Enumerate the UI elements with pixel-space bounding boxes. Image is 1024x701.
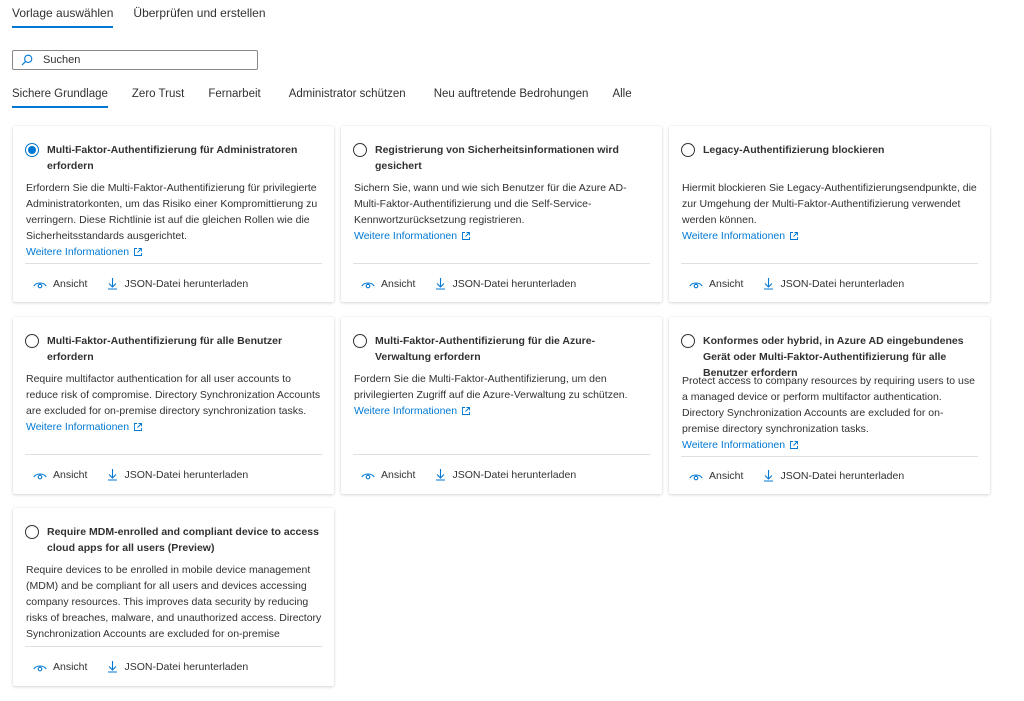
external-link-icon: [462, 407, 471, 415]
more-info-link[interactable]: Weitere Informationen: [682, 437, 799, 453]
view-button[interactable]: Ansicht: [361, 469, 415, 481]
card-divider: [681, 456, 978, 457]
template-card: Multi-Faktor-Authentifizierung für alle …: [13, 317, 334, 494]
template-title: Multi-Faktor-Authentifizierung für die A…: [375, 335, 596, 363]
download-icon: [108, 469, 118, 481]
eye-icon: [689, 473, 703, 480]
download-icon: [764, 278, 774, 290]
download-json-button[interactable]: JSON-Datei herunterladen: [763, 277, 904, 290]
template-radio[interactable]: [353, 143, 367, 157]
category-tabs: Sichere Grundlage Zero Trust Fernarbeit …: [12, 88, 656, 108]
download-icon: [108, 278, 118, 290]
template-radio[interactable]: [681, 334, 695, 348]
download-icon: [108, 661, 118, 673]
template-description: Erfordern Sie die Multi-Faktor-Authentif…: [26, 182, 318, 242]
card-divider: [25, 263, 322, 264]
template-radio[interactable]: [25, 334, 39, 348]
tab-protect-administrator[interactable]: Administrator schützen: [289, 88, 406, 108]
search-box[interactable]: [12, 50, 258, 70]
template-radio[interactable]: [25, 143, 39, 157]
template-description: Require devices to be enrolled in mobile…: [26, 564, 322, 640]
template-description: Require multifactor authentication for a…: [26, 373, 321, 417]
tab-remote-work[interactable]: Fernarbeit: [208, 88, 260, 108]
download-json-button[interactable]: JSON-Datei herunterladen: [763, 469, 904, 482]
template-card: Registrierung von Sicherheitsinformation…: [341, 126, 662, 302]
template-radio[interactable]: [25, 525, 39, 539]
view-button[interactable]: Ansicht: [361, 278, 415, 290]
more-info-link[interactable]: Weitere Informationen: [354, 403, 471, 419]
eye-icon: [33, 281, 47, 288]
external-link-icon: [134, 423, 143, 431]
search-input[interactable]: [43, 54, 243, 66]
template-title: Multi-Faktor-Authentifizierung für Admin…: [47, 144, 298, 172]
eye-icon: [361, 281, 375, 288]
download-icon: [764, 470, 774, 482]
view-button[interactable]: Ansicht: [33, 278, 87, 290]
download-json-button[interactable]: JSON-Datei herunterladen: [107, 660, 248, 673]
template-card: Konformes oder hybrid, in Azure AD einge…: [669, 317, 990, 494]
download-json-button[interactable]: JSON-Datei herunterladen: [107, 277, 248, 290]
template-description: Hiermit blockieren Sie Legacy-Authentifi…: [682, 182, 977, 226]
download-icon: [436, 469, 446, 481]
external-link-icon: [790, 441, 799, 449]
more-info-link[interactable]: Weitere Informationen: [354, 228, 471, 244]
eye-icon: [33, 472, 47, 479]
template-description: Sichern Sie, wann und wie sich Benutzer …: [354, 182, 627, 226]
template-radio[interactable]: [353, 334, 367, 348]
template-card: Require MDM-enrolled and compliant devic…: [13, 508, 334, 686]
external-link-icon: [134, 248, 143, 256]
view-button[interactable]: Ansicht: [33, 661, 87, 673]
template-card: Multi-Faktor-Authentifizierung für Admin…: [13, 126, 334, 302]
view-button[interactable]: Ansicht: [33, 469, 87, 481]
tab-select-template[interactable]: Vorlage auswählen: [12, 6, 114, 28]
tab-emerging-threats[interactable]: Neu auftretende Bedrohungen: [434, 88, 589, 108]
card-divider: [353, 263, 650, 264]
search-icon: [21, 54, 33, 66]
template-card: Legacy-Authentifizierung blockieren Hier…: [669, 126, 990, 302]
tab-zero-trust[interactable]: Zero Trust: [132, 88, 184, 108]
more-info-link[interactable]: Weitere Informationen: [682, 228, 799, 244]
more-info-link[interactable]: Weitere Informationen: [26, 244, 143, 260]
download-json-button[interactable]: JSON-Datei herunterladen: [107, 468, 248, 481]
template-radio[interactable]: [681, 143, 695, 157]
template-title: Registrierung von Sicherheitsinformation…: [375, 144, 619, 172]
template-description: Fordern Sie die Multi-Faktor-Authentifiz…: [354, 373, 628, 401]
wizard-tabs: Vorlage auswählen Überprüfen und erstell…: [12, 6, 266, 28]
template-description: Protect access to company resources by r…: [682, 375, 975, 435]
download-json-button[interactable]: JSON-Datei herunterladen: [435, 468, 576, 481]
eye-icon: [689, 281, 703, 288]
tab-review-create[interactable]: Überprüfen und erstellen: [133, 6, 265, 28]
tab-secure-foundation[interactable]: Sichere Grundlage: [12, 88, 108, 108]
template-card: Multi-Faktor-Authentifizierung für die A…: [341, 317, 662, 494]
card-divider: [353, 454, 650, 455]
template-title: Require MDM-enrolled and compliant devic…: [47, 526, 319, 554]
more-info-link[interactable]: Weitere Informationen: [26, 419, 143, 435]
template-title: Multi-Faktor-Authentifizierung für alle …: [47, 335, 283, 363]
tab-all[interactable]: Alle: [612, 88, 631, 108]
eye-icon: [361, 472, 375, 479]
card-divider: [25, 646, 322, 647]
template-title: Legacy-Authentifizierung blockieren: [703, 144, 885, 156]
view-button[interactable]: Ansicht: [689, 470, 743, 482]
download-json-button[interactable]: JSON-Datei herunterladen: [435, 277, 576, 290]
eye-icon: [33, 664, 47, 671]
external-link-icon: [462, 232, 471, 240]
card-divider: [681, 263, 978, 264]
external-link-icon: [790, 232, 799, 240]
view-button[interactable]: Ansicht: [689, 278, 743, 290]
card-divider: [25, 454, 322, 455]
download-icon: [436, 278, 446, 290]
